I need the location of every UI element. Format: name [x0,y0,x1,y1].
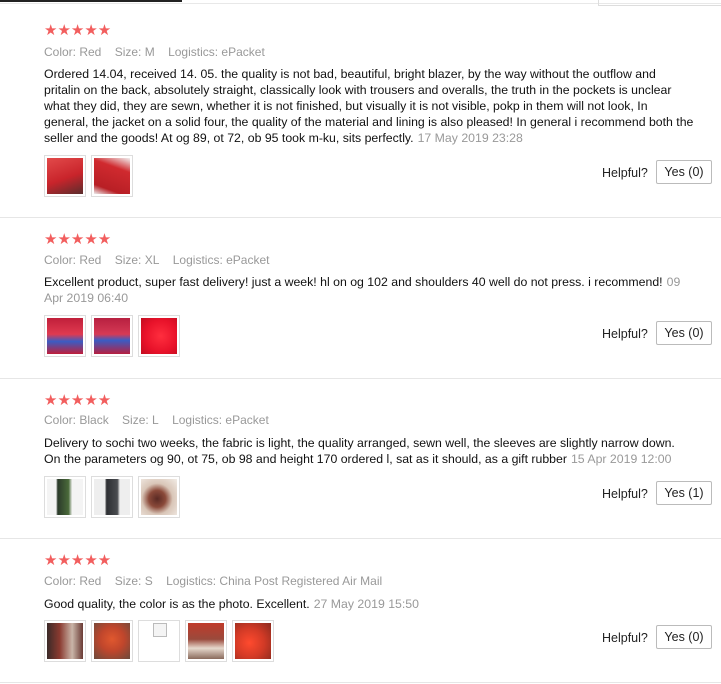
photo-thumbnail[interactable] [138,315,180,357]
review-text: Excellent product, super fast delivery! … [44,274,694,306]
meta-logistics: Logistics: ePacket [172,413,269,427]
meta-size: Size: S [114,574,153,588]
photo-thumbnail[interactable] [232,620,274,662]
meta-size: Size: M [114,45,155,59]
photo-thumbnails [44,620,274,662]
review-date: 27 May 2019 15:50 [313,597,419,611]
helpful-label: Helpful? [602,327,648,341]
helpful-yes-button[interactable]: Yes (0) [656,625,712,649]
meta-logistics: Logistics: China Post Registered Air Mai… [166,574,383,588]
review-item: ★★★★★ Color: Black Size: L Logistics: eP… [0,379,721,539]
star-rating: ★★★★★ [44,22,112,39]
meta-color: Color: Red [44,253,102,267]
photo-thumbnail[interactable] [185,620,227,662]
review-text: Ordered 14.04, received 14. 05. the qual… [44,66,694,146]
photo-thumbnail[interactable] [138,476,180,518]
meta-logistics: Logistics: ePacket [172,253,270,267]
helpful-yes-button[interactable]: Yes (0) [656,321,712,345]
review-body: Good quality, the color is as the photo.… [44,597,310,611]
review-text: Delivery to sochi two weeks, the fabric … [44,435,694,467]
star-rating: ★★★★★ [44,552,112,569]
photo-thumbnail[interactable] [91,155,133,197]
photo-thumbnails [44,155,133,197]
photo-thumbnail[interactable] [44,476,86,518]
helpful-yes-button[interactable]: Yes (1) [656,481,712,505]
meta-size: Size: XL [114,253,160,267]
helpful-yes-button[interactable]: Yes (0) [656,160,712,184]
helpful-label: Helpful? [602,166,648,180]
photo-thumbnail[interactable] [44,620,86,662]
helpful-label: Helpful? [602,487,648,501]
photo-thumbnail[interactable] [44,315,86,357]
photo-thumbnail[interactable] [44,155,86,197]
star-rating: ★★★★★ [44,392,112,409]
review-item: ★★★★★ Color: Red Size: M Logistics: ePac… [0,8,721,218]
review-item: ★★★★★ Color: Red Size: S Logistics: Chin… [0,539,721,683]
top-tab-edge [598,0,721,6]
photo-thumbnail[interactable] [91,476,133,518]
review-date: 15 Apr 2019 12:00 [570,452,672,466]
broken-image-icon [153,623,167,637]
review-meta: Color: Red Size: M Logistics: ePacket [44,45,275,59]
photo-thumbnail[interactable] [91,315,133,357]
star-rating: ★★★★★ [44,231,112,248]
meta-logistics: Logistics: ePacket [168,45,265,59]
helpful-label: Helpful? [602,631,648,645]
review-text: Good quality, the color is as the photo.… [44,596,694,612]
meta-color: Color: Black [44,413,109,427]
photo-thumbnails [44,476,180,518]
review-meta: Color: Black Size: L Logistics: ePacket [44,413,279,427]
review-item: ★★★★★ Color: Red Size: XL Logistics: ePa… [0,218,721,379]
photo-thumbnails [44,315,180,357]
meta-color: Color: Red [44,574,102,588]
meta-size: Size: L [122,413,159,427]
meta-color: Color: Red [44,45,102,59]
review-date: 17 May 2019 23:28 [417,131,523,145]
review-meta: Color: Red Size: XL Logistics: ePacket [44,253,279,267]
review-body: Excellent product, super fast delivery! … [44,275,663,289]
photo-thumbnail-broken[interactable] [138,620,180,662]
photo-thumbnail[interactable] [91,620,133,662]
review-body: Ordered 14.04, received 14. 05. the qual… [44,67,694,145]
review-meta: Color: Red Size: S Logistics: China Post… [44,574,392,588]
top-border [0,0,721,8]
